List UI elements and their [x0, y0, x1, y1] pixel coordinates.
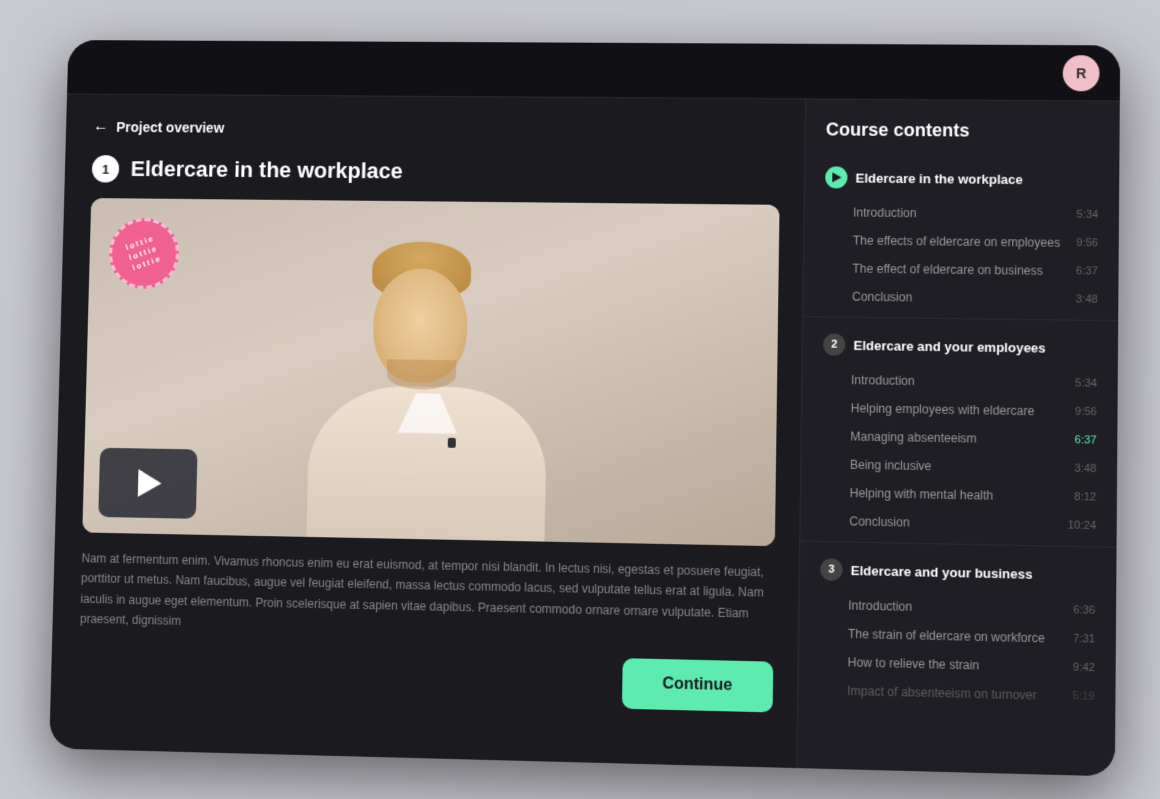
lesson-name: The strain of eldercare on workforce: [848, 626, 1073, 645]
list-item[interactable]: Helping employees with eldercare 9:56: [802, 393, 1118, 426]
section-2-number: 2: [823, 333, 846, 355]
list-item[interactable]: Introduction 5:34: [804, 198, 1119, 229]
lesson-description: Nam at fermentum enim. Vivamus rhoncus e…: [80, 548, 775, 645]
lesson-time: 10:24: [1068, 519, 1096, 532]
section-1-header[interactable]: Eldercare in the workplace: [805, 156, 1120, 201]
lesson-time: 7:31: [1073, 632, 1095, 645]
lesson-time: 5:34: [1076, 208, 1098, 220]
section-2-label: Eldercare and your employees: [853, 337, 1045, 355]
breadcrumb-label: Project overview: [116, 119, 224, 135]
list-item[interactable]: Introduction 5:34: [802, 365, 1118, 398]
right-panel: Course contents Eldercare in the workpla…: [796, 99, 1120, 776]
section-divider: [803, 316, 1118, 321]
video-container[interactable]: lottielottielottie: [82, 198, 779, 546]
lesson-time: 5:19: [1073, 690, 1095, 703]
lesson-time: 8:12: [1074, 491, 1096, 504]
top-bar: R: [67, 40, 1120, 102]
lesson-time: 6:37: [1076, 265, 1098, 277]
lesson-time: 9:56: [1075, 405, 1097, 418]
list-item[interactable]: Conclusion 10:24: [800, 506, 1116, 540]
section-1-play-icon: [825, 166, 847, 188]
lesson-name: Impact of absenteeism on turnover: [847, 683, 1073, 703]
back-arrow-icon: ←: [93, 118, 109, 136]
lesson-name: Conclusion: [849, 514, 1068, 532]
lesson-time: 9:56: [1076, 236, 1098, 248]
course-contents-title: Course contents: [805, 119, 1119, 158]
lesson-header: 1 Eldercare in the workplace: [92, 155, 780, 189]
lesson-name: Introduction: [848, 598, 1073, 617]
list-item[interactable]: The effect of eldercare on business 6:37: [804, 254, 1119, 286]
lesson-title: Eldercare in the workplace: [130, 156, 403, 184]
section-2-header[interactable]: 2 Eldercare and your employees: [803, 323, 1119, 370]
list-item[interactable]: The effects of eldercare on employees 9:…: [804, 226, 1119, 258]
play-button[interactable]: [98, 447, 197, 518]
lesson-name: Conclusion: [852, 289, 1076, 306]
brand-text: lottielottielottie: [125, 232, 164, 273]
section-3-header[interactable]: 3 Eldercare and your business: [800, 547, 1117, 596]
list-item[interactable]: Conclusion 3:48: [803, 282, 1118, 314]
lesson-time: 6:37: [1075, 434, 1097, 447]
lesson-name: Introduction: [853, 205, 1077, 221]
device-frame: R ← Project overview 1 Eldercare in the …: [49, 40, 1120, 776]
section-divider: [800, 540, 1116, 547]
breadcrumb[interactable]: ← Project overview: [93, 118, 781, 141]
lesson-number: 1: [92, 155, 120, 183]
section-3-number: 3: [820, 558, 843, 581]
lesson-time: 9:42: [1073, 661, 1095, 674]
lesson-time: 3:48: [1074, 462, 1096, 475]
main-content: ← Project overview 1 Eldercare in the wo…: [49, 94, 1120, 776]
lesson-name: The effect of eldercare on business: [852, 261, 1076, 278]
left-panel: ← Project overview 1 Eldercare in the wo…: [49, 94, 805, 768]
lesson-time: 6:36: [1073, 604, 1095, 617]
lesson-time: 3:48: [1076, 293, 1098, 305]
section-3-label: Eldercare and your business: [851, 562, 1033, 581]
lesson-name: Introduction: [851, 373, 1075, 390]
play-triangle-icon: [832, 172, 841, 182]
lesson-name: Being inclusive: [850, 457, 1075, 475]
avatar[interactable]: R: [1063, 54, 1100, 90]
lesson-time: 5:34: [1075, 377, 1097, 389]
section-1-label: Eldercare in the workplace: [855, 170, 1022, 187]
lesson-name: How to relieve the strain: [847, 655, 1072, 675]
lesson-name: Helping employees with eldercare: [851, 401, 1075, 419]
play-icon: [138, 469, 162, 497]
lesson-name: Managing absenteeism: [850, 429, 1074, 447]
continue-button[interactable]: Continue: [622, 657, 774, 711]
lesson-name: The effects of eldercare on employees: [853, 233, 1077, 249]
lesson-name: Helping with mental health: [850, 485, 1075, 503]
